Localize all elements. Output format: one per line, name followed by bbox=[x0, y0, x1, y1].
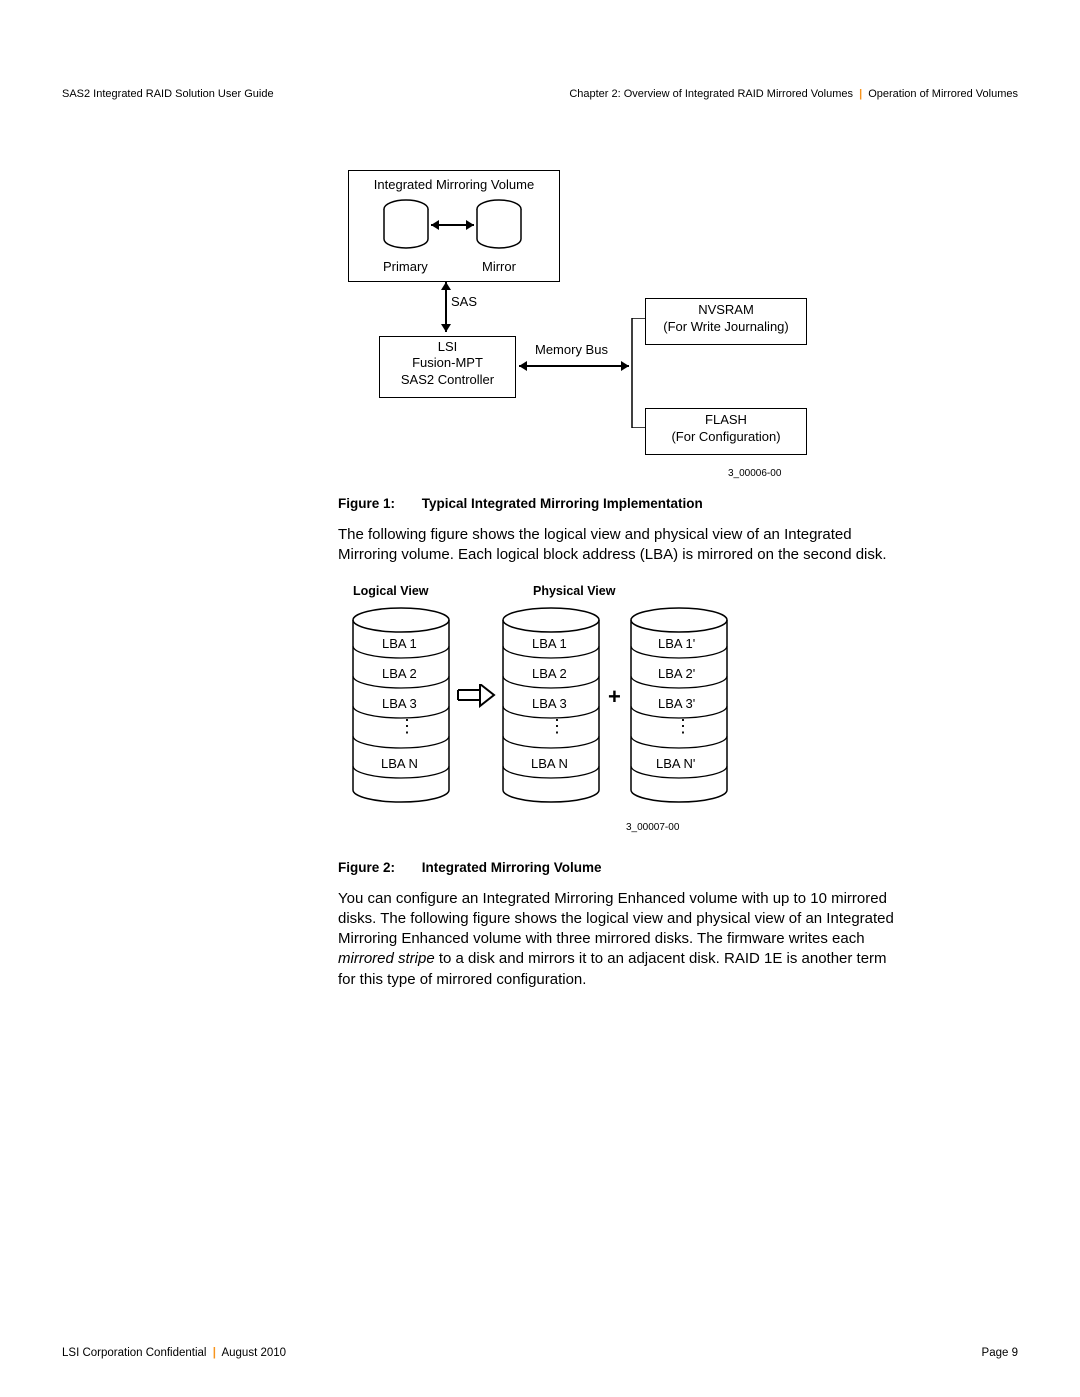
para2-italic: mirrored stripe bbox=[338, 950, 435, 967]
logical-lba-n: LBA N bbox=[381, 756, 418, 771]
figure-1-caption-text: Typical Integrated Mirroring Implementat… bbox=[422, 496, 703, 511]
controller-line3: SAS2 Controller bbox=[380, 372, 515, 388]
primary-label: Primary bbox=[383, 259, 428, 274]
plus-icon: + bbox=[608, 684, 621, 710]
nvsram-box: NVSRAM (For Write Journaling) bbox=[645, 298, 807, 345]
figure-2-caption-label: Figure 2: bbox=[338, 860, 418, 875]
nvsram-line2: (For Write Journaling) bbox=[646, 319, 806, 336]
physical-view-header: Physical View bbox=[533, 584, 615, 598]
figure-1-caption-label: Figure 1: bbox=[338, 496, 418, 511]
footer-left: LSI Corporation Confidential | August 20… bbox=[62, 1347, 286, 1359]
para2-pre: You can configure an Integrated Mirrorin… bbox=[338, 890, 894, 948]
header-section: Operation of Mirrored Volumes bbox=[868, 88, 1018, 100]
physical2-lba-3: LBA 3' bbox=[658, 696, 695, 711]
footer-separator: | bbox=[213, 1347, 216, 1359]
sas-arrow-icon bbox=[436, 282, 456, 338]
figure-2-diagram: Logical View Physical View LBA 1 LBA 2 L… bbox=[348, 584, 798, 844]
implies-arrow-icon bbox=[456, 684, 496, 708]
physical2-lba-n: LBA N' bbox=[656, 756, 695, 771]
flash-box: FLASH (For Configuration) bbox=[645, 408, 807, 455]
figure-2-caption: Figure 2: Integrated Mirroring Volume bbox=[338, 860, 908, 875]
memory-bus-label: Memory Bus bbox=[535, 342, 608, 357]
logical-view-header: Logical View bbox=[353, 584, 429, 598]
physical2-lba-1: LBA 1' bbox=[658, 636, 695, 651]
footer-date: August 2010 bbox=[221, 1347, 286, 1359]
logical-lba-3: LBA 3 bbox=[382, 696, 417, 711]
logical-lba-2: LBA 2 bbox=[382, 666, 417, 681]
bus-split-icon bbox=[626, 318, 646, 428]
flash-line1: FLASH bbox=[646, 412, 806, 429]
mirroring-title: Integrated Mirroring Volume bbox=[349, 177, 559, 192]
physical1-vdots-icon: ⋮ bbox=[548, 724, 566, 729]
controller-box: LSI Fusion-MPT SAS2 Controller bbox=[379, 336, 516, 398]
header-separator: | bbox=[859, 88, 862, 100]
main-content: Integrated Mirroring Volume Primary Mirr… bbox=[338, 170, 908, 1008]
figure-1-id: 3_00006-00 bbox=[728, 468, 781, 479]
flash-line2: (For Configuration) bbox=[646, 429, 806, 446]
controller-line1: LSI bbox=[380, 339, 515, 355]
figure-1-caption: Figure 1: Typical Integrated Mirroring I… bbox=[338, 496, 908, 511]
footer-confidential: LSI Corporation Confidential bbox=[62, 1347, 206, 1359]
physical1-lba-1: LBA 1 bbox=[532, 636, 567, 651]
logical-vdots-icon: ⋮ bbox=[398, 724, 416, 729]
figure-2-id: 3_00007-00 bbox=[626, 822, 679, 833]
physical2-lba-2: LBA 2' bbox=[658, 666, 695, 681]
physical1-lba-3: LBA 3 bbox=[532, 696, 567, 711]
physical1-lba-n: LBA N bbox=[531, 756, 568, 771]
figure-2-caption-text: Integrated Mirroring Volume bbox=[422, 860, 602, 875]
paragraph-1: The following figure shows the logical v… bbox=[338, 525, 908, 566]
memory-bus-arrow-icon bbox=[516, 358, 632, 374]
logical-lba-1: LBA 1 bbox=[382, 636, 417, 651]
physical1-lba-2: LBA 2 bbox=[532, 666, 567, 681]
mirror-label: Mirror bbox=[482, 259, 516, 274]
footer-page-number: Page 9 bbox=[982, 1347, 1018, 1359]
physical2-vdots-icon: ⋮ bbox=[674, 724, 692, 729]
mirroring-volume-box: Integrated Mirroring Volume Primary Mirr… bbox=[348, 170, 560, 282]
header-right: Chapter 2: Overview of Integrated RAID M… bbox=[569, 88, 1018, 100]
header-chapter: Chapter 2: Overview of Integrated RAID M… bbox=[569, 88, 853, 100]
nvsram-line1: NVSRAM bbox=[646, 302, 806, 319]
header-left: SAS2 Integrated RAID Solution User Guide bbox=[62, 88, 274, 100]
mirroring-disks-icon bbox=[349, 195, 559, 265]
figure-1-diagram: Integrated Mirroring Volume Primary Mirr… bbox=[348, 170, 828, 480]
paragraph-2: You can configure an Integrated Mirrorin… bbox=[338, 889, 908, 990]
controller-line2: Fusion-MPT bbox=[380, 355, 515, 371]
